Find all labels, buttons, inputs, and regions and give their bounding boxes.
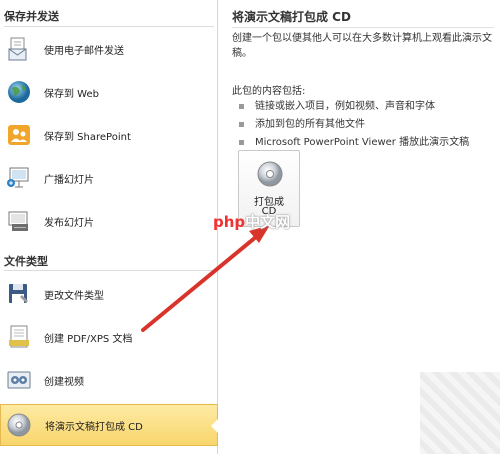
sharepoint-icon — [6, 122, 32, 148]
nav-item-label: 广播幻灯片 — [44, 174, 94, 186]
cd-icon — [256, 160, 284, 188]
contents-bullet: 链接或嵌入项目，例如视频、声音和字体 — [239, 97, 435, 112]
nav-item-create-pdf-xps[interactable]: 创建 PDF/XPS 文档 — [0, 316, 218, 358]
nav-item-label: 创建视频 — [44, 376, 84, 388]
nav-item-send-email[interactable]: 使用电子邮件发送 — [0, 28, 218, 70]
save-disk-icon — [6, 281, 32, 307]
contents-bullet: 添加到包的所有其他文件 — [239, 115, 365, 130]
nav-item-label: 保存到 SharePoint — [44, 131, 131, 143]
nav-item-label: 发布幻灯片 — [44, 217, 94, 229]
nav-item-save-to-web[interactable]: 保存到 Web — [0, 71, 218, 113]
nav-item-publish-slides[interactable]: 发布幻灯片 — [0, 200, 218, 242]
video-icon — [6, 367, 32, 393]
nav-item-label: 更改文件类型 — [44, 290, 104, 302]
nav-item-package-cd[interactable]: 将演示文稿打包成 CD — [0, 404, 218, 446]
nav-item-broadcast-slides[interactable]: 广播幻灯片 — [0, 157, 218, 199]
contents-bullet: Microsoft PowerPoint Viewer 播放此演示文稿 — [239, 133, 469, 148]
section-header-save-send: 保存并发送 — [4, 10, 59, 23]
section-header-file-types: 文件类型 — [4, 255, 48, 268]
selection-notch — [211, 419, 218, 433]
contents-heading: 此包的内容包括: — [232, 86, 306, 97]
nav-item-save-to-sharepoint[interactable]: 保存到 SharePoint — [0, 114, 218, 156]
email-icon — [6, 36, 32, 62]
publish-slides-icon — [6, 208, 32, 234]
panel-title: 将演示文稿打包成 CD — [232, 10, 351, 24]
nav-item-label: 创建 PDF/XPS 文档 — [44, 333, 133, 345]
nav-item-change-file-type[interactable]: 更改文件类型 — [0, 273, 218, 315]
pdf-document-icon — [6, 324, 32, 350]
section-divider — [4, 270, 214, 271]
backstage-nav: 保存并发送 使用电子邮件发送 保存到 Web 保存到 SharePoint 广播… — [0, 0, 218, 454]
nav-item-create-video[interactable]: 创建视频 — [0, 359, 218, 401]
nav-item-label: 将演示文稿打包成 CD — [45, 421, 143, 433]
panel-description: 创建一个包以便其他人可以在大多数计算机上观看此演示文稿。 — [232, 33, 492, 59]
nav-item-label: 使用电子邮件发送 — [44, 45, 124, 57]
cd-icon — [6, 412, 32, 438]
broadcast-icon — [6, 165, 32, 191]
nav-item-label: 保存到 Web — [44, 88, 99, 100]
blurred-region — [420, 372, 500, 454]
panel-divider — [232, 27, 494, 28]
section-divider — [4, 26, 214, 27]
watermark: php中文网 — [213, 213, 291, 231]
globe-icon — [6, 79, 32, 105]
